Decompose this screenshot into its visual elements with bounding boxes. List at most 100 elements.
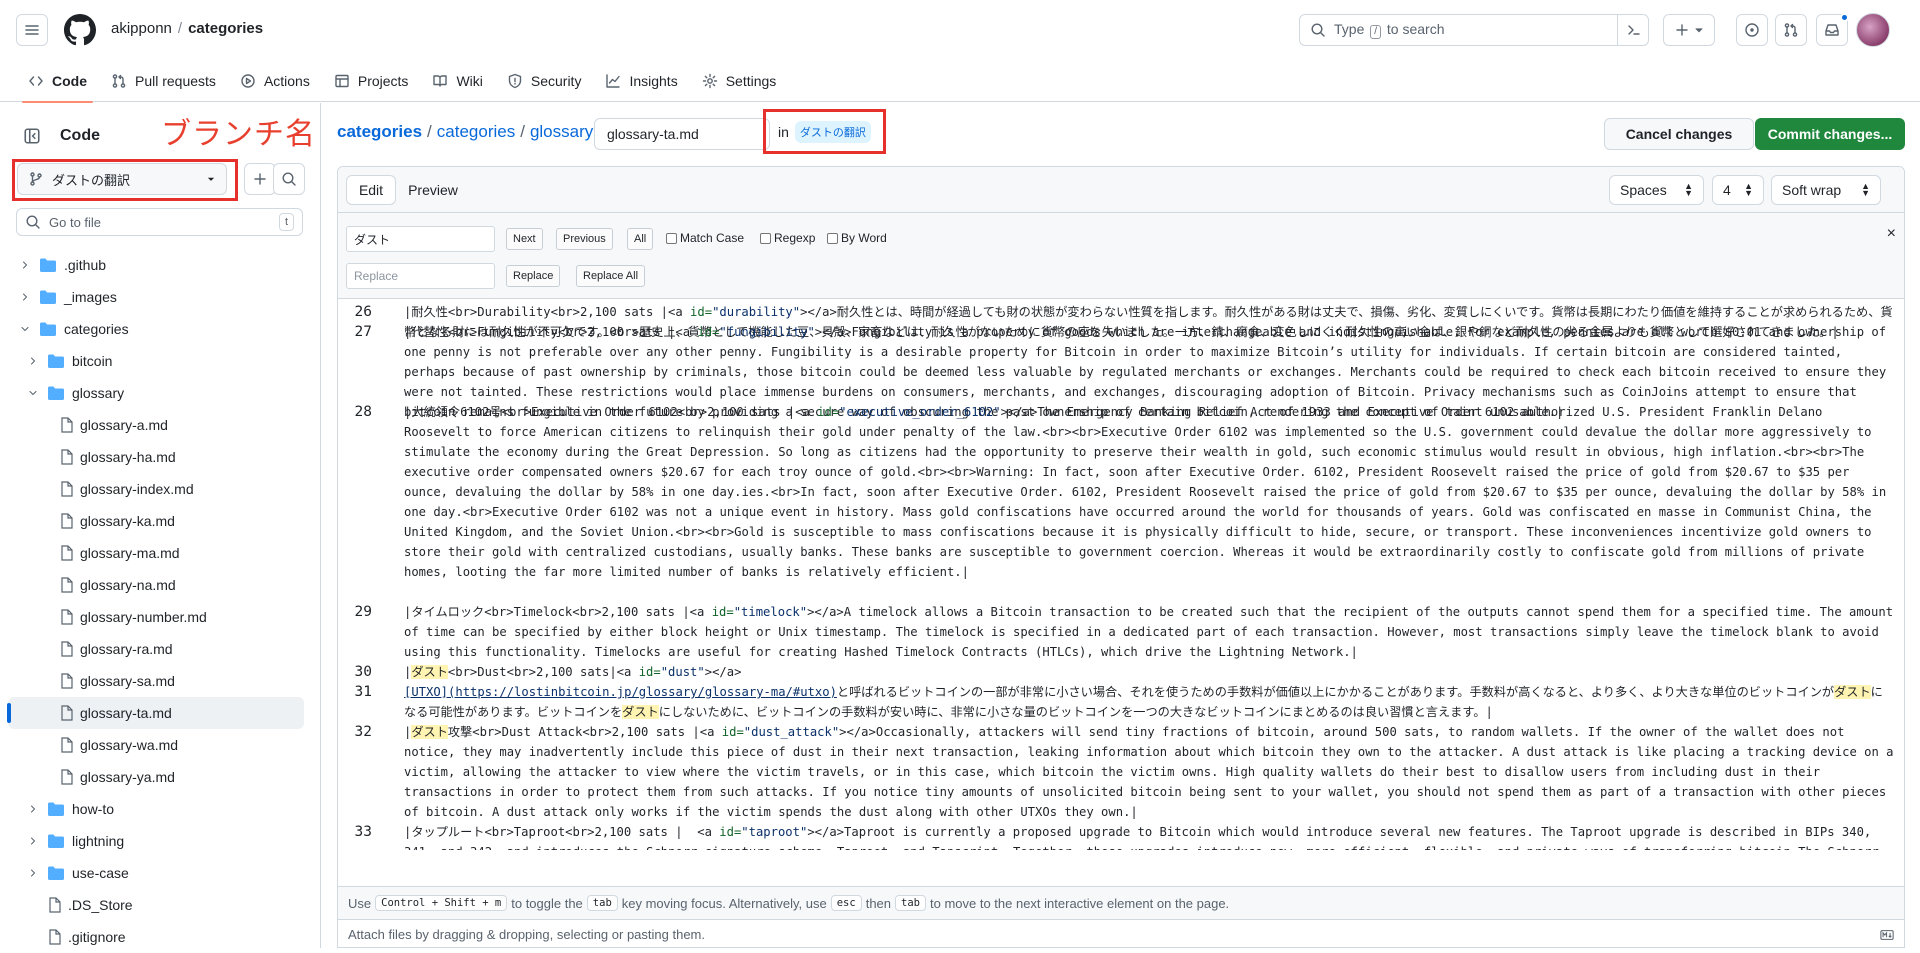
tree-folder[interactable]: glossary [0, 377, 320, 409]
wrap-mode-value: Soft wrap [1782, 182, 1842, 198]
tree-file[interactable]: glossary-a.md [0, 409, 320, 441]
tree-file[interactable]: .DS_Store [0, 889, 320, 921]
create-new-button[interactable] [1663, 14, 1715, 46]
folder-icon [48, 834, 64, 848]
tree-file[interactable]: glossary-index.md [0, 473, 320, 505]
attach-files-bar[interactable]: Attach files by dragging & dropping, sel… [338, 919, 1904, 947]
cancel-changes-button[interactable]: Cancel changes [1604, 118, 1754, 150]
close-find-button[interactable]: × [1887, 225, 1896, 243]
chevron-down-icon[interactable] [27, 387, 39, 399]
folder-icon [48, 866, 64, 880]
repo-name-link[interactable]: categories [188, 20, 263, 37]
replace-all-button[interactable]: Replace All [576, 265, 646, 287]
chevron-right-icon[interactable] [19, 259, 31, 271]
code-token: ></a>Occasionally, attackers will send t… [404, 725, 1901, 819]
tab-projects[interactable]: Projects [322, 60, 421, 102]
tree-folder[interactable]: .github [0, 249, 320, 281]
tree-folder[interactable]: use-case [0, 857, 320, 889]
global-search[interactable]: Type / to search [1299, 14, 1649, 46]
tree-file[interactable]: glossary-ka.md [0, 505, 320, 537]
hint-text: key moving focus. Alternatively, use [621, 895, 827, 911]
hint-key: tab [895, 895, 926, 911]
tree-file[interactable]: glossary-ra.md [0, 633, 320, 665]
search-files-button[interactable] [273, 163, 305, 195]
tree-file[interactable]: glossary-ya.md [0, 761, 320, 793]
attach-files-text: Attach files by dragging & dropping, sel… [348, 927, 705, 942]
hint-text: Use [348, 895, 372, 911]
tree-file[interactable]: glossary-ha.md [0, 441, 320, 473]
tab-settings[interactable]: Settings [690, 60, 789, 102]
tree-folder[interactable]: categories [0, 313, 320, 345]
tree-file[interactable]: glossary-sa.md [0, 665, 320, 697]
tree-folder[interactable]: how-to [0, 793, 320, 825]
chevron-right-icon[interactable] [27, 835, 39, 847]
tree-file[interactable]: glossary-na.md [0, 569, 320, 601]
tree-file-label: .gitignore [68, 929, 126, 945]
breadcrumb-folder-link[interactable]: categories [437, 122, 515, 142]
github-logo[interactable] [64, 14, 96, 46]
go-to-file-input[interactable]: Go to file t [16, 208, 303, 236]
indent-mode-select[interactable]: Spaces ▲ ▼ [1609, 175, 1704, 205]
chevron-down-icon[interactable] [19, 323, 31, 335]
chevron-right-icon[interactable] [27, 867, 39, 879]
hamburger-icon [25, 25, 39, 35]
breadcrumb-folder-link[interactable]: glossary [530, 122, 593, 142]
pull-requests-button[interactable] [1775, 14, 1807, 46]
tree-folder[interactable]: lightning [0, 825, 320, 857]
code-token: "dust" [660, 665, 705, 679]
avatar[interactable] [1856, 13, 1890, 47]
commit-changes-button[interactable]: Commit changes... [1755, 118, 1905, 150]
inbox-button[interactable] [1816, 13, 1849, 46]
wrap-mode-select[interactable]: Soft wrap ▲ ▼ [1771, 175, 1881, 205]
breadcrumb-repo-link[interactable]: categories [337, 122, 422, 142]
file-name-input[interactable] [594, 118, 770, 150]
find-all-button[interactable]: All [627, 228, 654, 250]
collapse-sidebar-button[interactable] [16, 120, 48, 152]
tab-insights[interactable]: Insights [593, 60, 689, 102]
tab-security[interactable]: Security [495, 60, 594, 102]
tree-folder[interactable]: bitcoin [0, 345, 320, 377]
repo-owner-link[interactable]: akipponn [111, 20, 172, 37]
sidebar-title: Code [60, 127, 100, 144]
code-token: |タップルート<br>Taproot<br>2,100 sats | <a [404, 825, 720, 839]
tab-wiki[interactable]: Wiki [420, 60, 494, 102]
issues-button[interactable] [1736, 14, 1768, 46]
line-number: 26 [354, 304, 372, 320]
tab-code[interactable]: Code [16, 60, 99, 103]
add-file-button[interactable] [244, 163, 276, 195]
plus-icon [254, 173, 266, 185]
tree-file[interactable]: glossary-number.md [0, 601, 320, 633]
regexp-checkbox[interactable]: Regexp [760, 231, 815, 245]
tab-edit[interactable]: Edit [346, 175, 396, 205]
command-palette-button[interactable] [1617, 14, 1649, 46]
code-area[interactable]: 26 |耐久性<br>Durability<br>2,100 sats |<a i… [338, 302, 1904, 850]
hint-key: tab [586, 895, 618, 911]
issue-icon [1745, 23, 1759, 37]
replace-button[interactable]: Replace [506, 265, 561, 287]
replace-input[interactable]: Replace [346, 263, 495, 289]
by-word-checkbox[interactable]: By Word [827, 231, 887, 245]
indent-size-select[interactable]: 4 ▲ ▼ [1712, 175, 1764, 205]
match-case-checkbox[interactable]: Match Case [666, 231, 744, 245]
find-input[interactable]: ダスト [346, 226, 495, 252]
search-icon [26, 215, 40, 229]
chevron-right-icon[interactable] [27, 803, 39, 815]
tree-file[interactable]: glossary-ma.md [0, 537, 320, 569]
folder-open-icon [48, 386, 64, 400]
chevron-right-icon[interactable] [19, 291, 31, 303]
tab-preview[interactable]: Preview [400, 175, 466, 205]
menu-button[interactable] [16, 14, 48, 46]
tab-pull-requests[interactable]: Pull requests [99, 60, 228, 102]
find-next-button[interactable]: Next [506, 228, 543, 250]
file-icon [61, 545, 73, 561]
tree-file[interactable]: glossary-wa.md [0, 729, 320, 761]
code-token: |タイムロック<br>Timelock<br>2,100 sats |<a [404, 605, 712, 619]
tab-actions[interactable]: Actions [228, 60, 322, 102]
play-icon [241, 74, 255, 88]
tree-file[interactable]: .gitignore [0, 921, 320, 953]
tree-folder[interactable]: _images [0, 281, 320, 313]
chevron-right-icon[interactable] [27, 355, 39, 367]
find-previous-button[interactable]: Previous [556, 228, 613, 250]
tree-file[interactable]: glossary-ta.md [7, 697, 304, 729]
github-mark-icon [64, 14, 96, 46]
